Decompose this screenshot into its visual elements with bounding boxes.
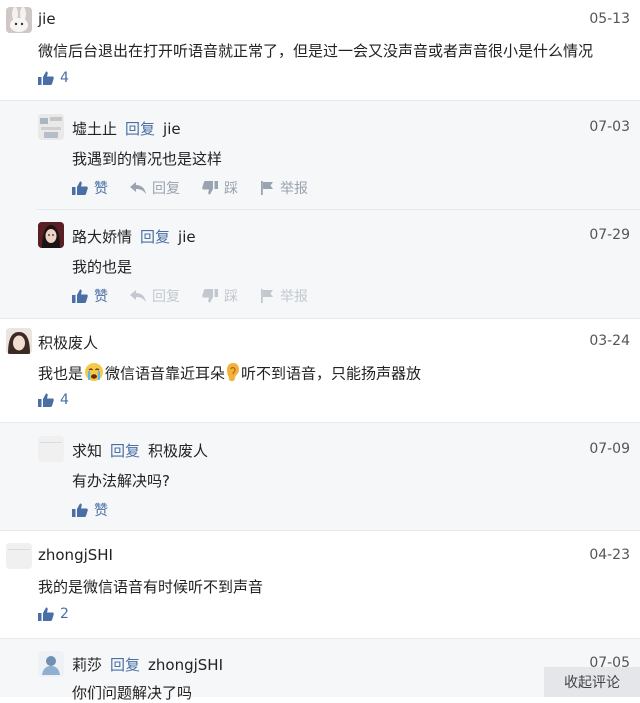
- reply-target[interactable]: 积极废人: [148, 442, 208, 460]
- comment-text: 微信后台退出在打开听语音就正常了，但是过一会又没声音或者声音很小是什么情况: [38, 42, 594, 60]
- thumbs-up-icon: [38, 607, 54, 621]
- reply-header: 莉莎 回复 zhongjSHI: [72, 654, 223, 675]
- reply-text: 我的也是: [72, 258, 133, 276]
- reply-actions: 赞 回复 踩 举报: [72, 286, 330, 306]
- reply-target[interactable]: zhongjSHI: [148, 656, 223, 674]
- reply-arrow-icon: [130, 290, 146, 302]
- like-label: 赞: [94, 503, 108, 519]
- collapse-comments-button[interactable]: 收起评论: [544, 667, 640, 697]
- reply-header: 路大娇情 回复 jie: [72, 226, 196, 247]
- reply-date: 07-03: [589, 119, 630, 135]
- flag-icon: [261, 181, 273, 195]
- thumbs-up-icon: [72, 181, 88, 195]
- thumbs-up-icon: [38, 393, 54, 407]
- thumbs-down-icon: [202, 289, 218, 303]
- comment-author[interactable]: 积极废人: [38, 332, 98, 353]
- comment-date: 05-13: [589, 11, 630, 27]
- reply-author[interactable]: 求知: [72, 442, 102, 460]
- ear-emoji-icon: [226, 362, 240, 386]
- divider: [0, 530, 640, 531]
- reply-text: 你们问题解决了吗: [72, 684, 193, 702]
- avatar-image-icon: [38, 114, 64, 140]
- like-label: 赞: [94, 289, 108, 305]
- avatar[interactable]: [38, 222, 64, 248]
- default-avatar-icon: [6, 543, 32, 569]
- reply-author[interactable]: 墟土止: [72, 120, 117, 138]
- divider: [0, 638, 640, 639]
- like-label: 赞: [94, 181, 108, 197]
- reply-label: 回复: [152, 289, 180, 305]
- reply-word: 回复: [140, 228, 171, 246]
- comment-text: 我也是 微信语音靠近耳朵 听不到语音，只能扬声器放: [38, 362, 421, 386]
- crying-face-emoji-icon: [84, 362, 104, 386]
- divider: [36, 209, 640, 210]
- thumbs-up-icon: [38, 71, 54, 85]
- report-button[interactable]: 举报: [260, 286, 308, 306]
- comment-date: 03-24: [589, 333, 630, 349]
- avatar[interactable]: [6, 7, 32, 33]
- avatar[interactable]: [38, 651, 64, 677]
- dislike-label: 踩: [224, 289, 238, 305]
- dislike-button[interactable]: 踩: [202, 286, 238, 306]
- comment-author[interactable]: jie: [38, 10, 56, 28]
- like-count: 4: [60, 70, 69, 86]
- reply-target[interactable]: jie: [163, 120, 181, 138]
- reply-author[interactable]: 莉莎: [72, 656, 102, 674]
- reply-author[interactable]: 路大娇情: [72, 228, 132, 246]
- comment-text: 我的是微信语音有时候听不到声音: [38, 578, 264, 596]
- report-label: 举报: [280, 181, 308, 197]
- divider: [0, 422, 640, 423]
- dislike-button[interactable]: 踩: [202, 178, 238, 198]
- like-button[interactable]: 赞: [72, 500, 108, 520]
- reply-text: 有办法解决吗?: [72, 472, 170, 490]
- reply-word: 回复: [110, 656, 141, 674]
- avatar[interactable]: [38, 114, 64, 140]
- reply-button[interactable]: 回复: [130, 286, 180, 306]
- comment-text-part: 听不到语音，只能扬声器放: [241, 364, 422, 383]
- avatar-image-icon: [38, 651, 64, 677]
- thumbs-down-icon: [202, 181, 218, 195]
- flag-icon: [261, 289, 273, 303]
- reply-text: 我遇到的情况也是这样: [72, 150, 223, 168]
- comment-text-part: 我也是: [38, 364, 84, 383]
- comment-text-part: 微信语音靠近耳朵: [105, 364, 226, 383]
- reply-date: 07-29: [589, 227, 630, 243]
- reply-actions: 赞 回复 踩 举报: [72, 178, 330, 198]
- like-count-button[interactable]: 4: [38, 70, 69, 86]
- dislike-label: 踩: [224, 181, 238, 197]
- avatar[interactable]: [6, 328, 32, 354]
- like-count-button[interactable]: 4: [38, 392, 69, 408]
- thumbs-up-icon: [72, 289, 88, 303]
- like-count-button[interactable]: 2: [38, 606, 69, 622]
- avatar-image-icon: [38, 222, 64, 248]
- avatar[interactable]: [6, 543, 32, 569]
- comment-author[interactable]: zhongjSHI: [38, 546, 113, 564]
- report-label: 举报: [280, 289, 308, 305]
- rabbit-avatar-icon: [6, 7, 32, 33]
- reply-target[interactable]: jie: [178, 228, 196, 246]
- like-button[interactable]: 赞: [72, 286, 108, 306]
- avatar[interactable]: [38, 436, 64, 462]
- reply-arrow-icon: [130, 182, 146, 194]
- thumbs-up-icon: [72, 503, 88, 517]
- default-avatar-icon: [38, 436, 64, 462]
- reply-label: 回复: [152, 181, 180, 197]
- like-count: 2: [60, 606, 69, 622]
- reply-header: 求知 回复 积极废人: [72, 440, 208, 461]
- reply-actions: 赞: [72, 500, 130, 520]
- comment-date: 04-23: [589, 547, 630, 563]
- reply-date: 07-09: [589, 441, 630, 457]
- reply-header: 墟土止 回复 jie: [72, 118, 181, 139]
- divider: [0, 100, 640, 101]
- reply-word: 回复: [125, 120, 156, 138]
- like-button[interactable]: 赞: [72, 178, 108, 198]
- reply-word: 回复: [110, 442, 141, 460]
- report-button[interactable]: 举报: [260, 178, 308, 198]
- avatar-image-icon: [6, 328, 32, 354]
- reply-button[interactable]: 回复: [130, 178, 180, 198]
- like-count: 4: [60, 392, 69, 408]
- divider: [0, 318, 640, 319]
